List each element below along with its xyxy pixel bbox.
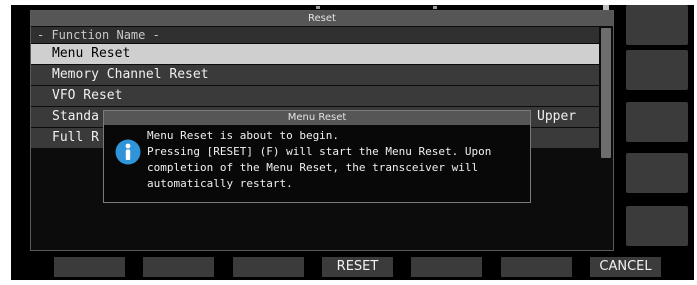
function-key-f1[interactable] bbox=[54, 257, 125, 277]
dialog-message: Menu Reset is about to begin. Pressing [… bbox=[147, 128, 527, 192]
transceiver-screen: Reset - Function Name - Menu Reset Memor… bbox=[11, 5, 694, 280]
list-scrollbar[interactable] bbox=[601, 28, 611, 158]
title-indicator-right bbox=[433, 6, 437, 9]
dialog-title: Menu Reset bbox=[104, 111, 530, 125]
reset-button[interactable]: RESET bbox=[322, 257, 393, 277]
panel-title: Reset bbox=[31, 11, 613, 26]
side-key-3[interactable] bbox=[626, 102, 688, 142]
list-item-label: Full R bbox=[52, 130, 99, 145]
title-indicator-left bbox=[316, 6, 320, 9]
cancel-button[interactable]: CANCEL bbox=[590, 257, 661, 277]
side-key-2[interactable] bbox=[626, 50, 688, 90]
list-item-memory-channel-reset[interactable]: Memory Channel Reset bbox=[31, 65, 599, 85]
column-header-function-name: - Function Name - bbox=[31, 27, 599, 43]
info-icon bbox=[115, 139, 141, 165]
list-item-label: VFO Reset bbox=[52, 88, 123, 103]
list-item-vfo-reset[interactable]: VFO Reset bbox=[31, 86, 599, 106]
list-item-label: Memory Channel Reset bbox=[52, 67, 209, 82]
side-key-1[interactable] bbox=[626, 5, 688, 45]
list-item-label: Standa bbox=[52, 109, 99, 124]
function-key-f5[interactable] bbox=[411, 257, 482, 277]
menu-reset-dialog: Menu Reset Menu Reset is about to begin.… bbox=[103, 110, 531, 203]
dialog-message-line: Pressing [RESET] (F) will start the Menu… bbox=[147, 145, 492, 158]
dialog-message-line: Menu Reset is about to begin. bbox=[147, 129, 340, 142]
function-key-f3[interactable] bbox=[233, 257, 304, 277]
dialog-message-line: automatically restart. bbox=[147, 177, 293, 190]
side-key-4[interactable] bbox=[626, 153, 688, 193]
panel-close-indicator bbox=[603, 5, 609, 10]
dialog-message-line: completion of the Menu Reset, the transc… bbox=[147, 161, 479, 174]
list-item-label: Menu Reset bbox=[52, 46, 131, 61]
function-key-f6[interactable] bbox=[501, 257, 572, 277]
function-key-f2[interactable] bbox=[143, 257, 214, 277]
list-item-menu-reset[interactable]: Menu Reset bbox=[31, 44, 599, 64]
side-key-5[interactable] bbox=[626, 206, 688, 246]
